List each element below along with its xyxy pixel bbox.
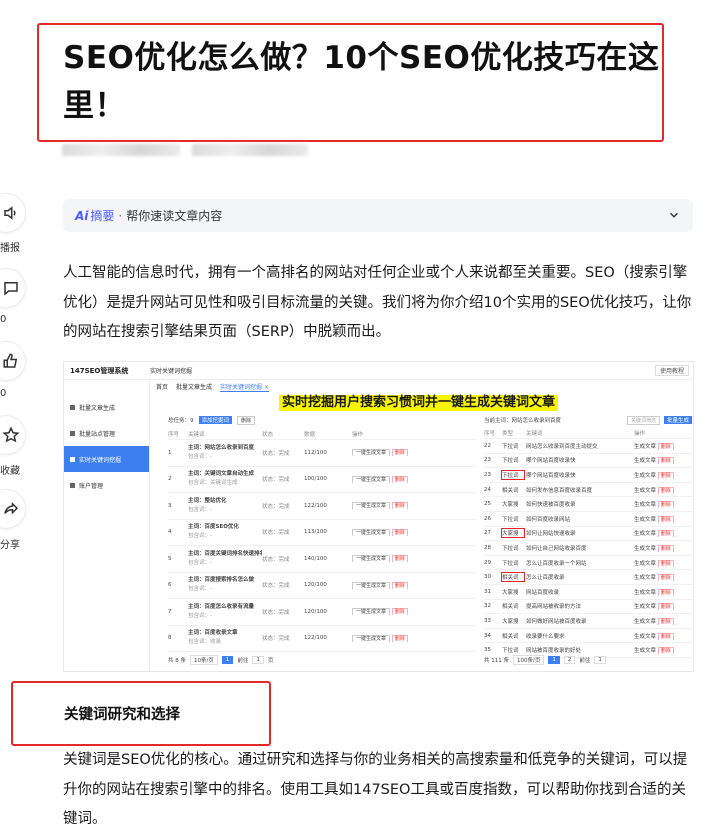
star-icon — [2, 426, 20, 443]
share-button[interactable] — [0, 489, 26, 529]
date-meta-blurred — [192, 144, 308, 156]
shot-task-row: 5 主词：百度关键词排名快速排名 包含词：- 状态：完成 140/100 一键生成文章 删… — [168, 546, 476, 573]
shot-keyword-row: 31 大家搜 网站百度收录 生成文章 删除 — [484, 585, 692, 600]
shot-breadcrumb: 实时关键词挖掘 — [150, 368, 193, 375]
shot-keyword-row: 25 大家搜 如何快速被百度收录 生成文章 删除 — [484, 497, 692, 512]
author-meta-blurred — [62, 144, 180, 156]
shot-tabs: 首页 批量文章生成 实时关键词挖掘 × — [156, 384, 269, 392]
shot-task-row: 4 主词：百度SEO优化 包含词：- 状态：完成 113/100 一键生成文章 删除 — [168, 520, 476, 546]
like-button[interactable] — [0, 341, 26, 381]
shot-right-pager: 共 111 条 100条/页 1 2 前往 1 — [484, 655, 606, 665]
share-label: 分享 — [0, 540, 20, 551]
favorite-button[interactable] — [0, 415, 26, 455]
ai-summary-bar[interactable]: Ai 摘要 · 帮你速读文章内容 — [63, 199, 693, 232]
section-paragraph: 关键词是SEO优化的核心。通过研究和选择与你的业务相关的高搜索量和低竞争的关键词… — [63, 752, 688, 827]
comment-button[interactable] — [0, 268, 26, 308]
summary-text: 帮你速读文章内容 — [126, 209, 223, 223]
listen-button[interactable] — [0, 193, 26, 233]
share-icon — [4, 501, 19, 515]
shot-keyword-row: 27 大家搜 如何让网站快速收录 生成文章 删除 — [484, 527, 692, 542]
shot-task-row: 3 主词：整站优化 包含词：- 状态：完成 122/100 一键生成文章 删除 — [168, 493, 476, 520]
shot-app-name: 147SEO管理系统 — [70, 366, 129, 375]
shot-keyword-row: 28 下拉词 如何让自己网站收录百度 生成文章 删除 — [484, 541, 692, 556]
section-heading: 关键词研究和选择 — [64, 707, 180, 723]
shot-task-panel: 总任务：9 添加挖掘词 删除 序号 关键词 状态 数据 操作 1 主词：网站怎么收… — [168, 412, 476, 652]
summary-label: 摘要 — [90, 209, 115, 223]
shot-keyword-row: 26 下拉词 如何百度收录网站 生成文章 删除 — [484, 512, 692, 527]
shot-nav-item-active: 实时关键词挖掘 — [64, 446, 149, 472]
comment-count: 0 — [0, 314, 7, 325]
intro-paragraph: 人工智能的信息时代，拥有一个高排名的网站对任何企业或个人来说都至关重要。SEO（… — [63, 265, 692, 340]
shot-keyword-row: 34 相关词 收录要什么要求 生成文章 删除 — [484, 629, 692, 644]
shot-task-row: 2 主词：关键词文章自动生成 包含词：关键词生成 状态：完成 100/100 一键生成文章… — [168, 467, 476, 493]
ai-logo-icon: Ai — [75, 208, 89, 223]
shot-keyword-row: 23 下拉词 哪个网站百度收录快 生成文章 删除 — [484, 468, 692, 483]
chevron-down-icon[interactable] — [667, 208, 681, 222]
shot-keyword-panel: 当前主词：网站怎么收录到百度 关键词筛选 批量生成 序号 类型 关键词 操作 2… — [484, 412, 692, 658]
listen-label: 播报 — [0, 243, 20, 254]
shot-task-row: 7 主词：百度怎么收录有流量 包含词：- 状态：完成 120/100 一键生成文章 删除 — [168, 599, 476, 626]
shot-highlight-banner: 实时挖掘用户搜索习惯词并一键生成关键词文章 — [279, 395, 559, 411]
shot-keyword-row: 24 相关词 如何发布信息百度收录百度 生成文章 删除 — [484, 483, 692, 498]
comment-icon — [4, 282, 18, 296]
shot-keyword-row: 23 下拉词 哪个网站百度收录快 生成文章 删除 — [484, 454, 692, 469]
shot-keyword-row: 22 下拉词 网站怎么收录到百度主动提交 生成文章 删除 — [484, 439, 692, 454]
shot-sidebar: 批量文章生成 批量站点管理 实时关键词挖掘 账户管理 — [64, 380, 150, 671]
like-count: 0 — [0, 388, 7, 399]
shot-keyword-row: 33 大家搜 如何做好网站被百度收录 生成文章 删除 — [484, 614, 692, 629]
article-title: SEO优化怎么做？10个SEO优化技巧在这里！ — [63, 40, 660, 124]
shot-nav-item: 账户管理 — [64, 472, 149, 498]
shot-keyword-row: 29 下拉词 怎么让百度收录一个网站 生成文章 删除 — [484, 556, 692, 571]
article-image-147seo: 147SEO管理系统 实时关键词挖掘 使用教程 批量文章生成 批量站点管理 实时… — [63, 361, 694, 672]
shot-tutorial-link: 使用教程 — [654, 365, 689, 376]
shot-task-row: 6 主词：百度搜索排名怎么做 包含词：- 状态：完成 120/100 一键生成文章 删除 — [168, 573, 476, 599]
shot-keyword-row: 32 相关词 提高网站被收录的方法 生成文章 删除 — [484, 600, 692, 615]
shot-keyword-row: 30 相关词 怎么让百度收录 生成文章 删除 — [484, 570, 692, 585]
thumbs-up-icon — [3, 353, 18, 368]
shot-left-pager: 共 8 条 10条/页 1 前往 1 页 — [168, 655, 274, 665]
speaker-icon — [4, 206, 16, 220]
shot-nav-item: 批量文章生成 — [64, 394, 149, 420]
shot-nav-item: 批量站点管理 — [64, 420, 149, 446]
shot-task-row: 1 主词：网站怎么收录到百度 包含词：- 状态：完成 112/100 一键生成文章 删除 — [168, 440, 476, 467]
summary-dot: · — [118, 208, 123, 223]
shot-task-row: 8 主词：百度收录文章 包含词：收录 状态：完成 122/100 一键生成文章 删除 — [168, 626, 476, 652]
favorite-label: 收藏 — [0, 466, 20, 477]
